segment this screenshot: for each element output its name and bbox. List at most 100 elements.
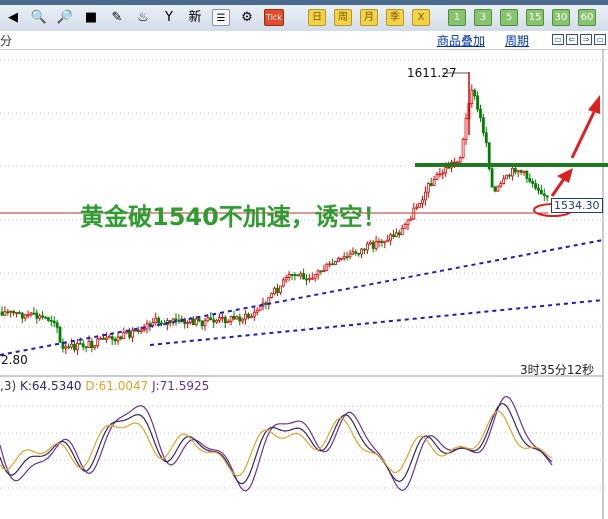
- candle-body: [438, 173, 442, 176]
- candle-body: [157, 317, 161, 324]
- candle-body: [78, 342, 82, 345]
- candle-body: [276, 287, 279, 293]
- candle-body: [464, 118, 468, 140]
- candle-body: [264, 302, 268, 305]
- candle-body: [3, 311, 7, 316]
- candle-body: [67, 346, 71, 349]
- candle-body: [389, 234, 393, 241]
- candle-body: [232, 315, 236, 320]
- candle-body: [342, 256, 346, 259]
- candle-body: [12, 310, 16, 314]
- candle-body: [44, 316, 47, 319]
- candle-body: [339, 257, 343, 260]
- candle-body: [331, 263, 335, 266]
- candle-body: [458, 157, 462, 163]
- candle-body: [377, 240, 381, 243]
- candle-body: [310, 277, 314, 280]
- candle-body: [168, 320, 172, 324]
- candle-body: [90, 340, 94, 348]
- candle-body: [412, 207, 416, 220]
- candle-body: [41, 315, 44, 318]
- candle-body: [116, 336, 120, 342]
- current-price-tag: 1534.30: [551, 198, 603, 213]
- candle-body: [212, 319, 216, 323]
- candle-body: [336, 257, 340, 262]
- analysis-annotation: 黄金破1540不加速，诱空！: [80, 203, 387, 231]
- candle-body: [55, 322, 59, 328]
- candle-body: [476, 95, 480, 110]
- candle-body: [316, 270, 320, 275]
- candle-body: [479, 108, 482, 119]
- candle-body: [102, 337, 105, 340]
- candle-body: [47, 317, 50, 321]
- candle-body: [249, 316, 253, 319]
- candle-body: [496, 185, 500, 192]
- candle-body: [26, 314, 30, 317]
- arrow-head-short: [557, 168, 573, 183]
- candle-body: [70, 343, 73, 348]
- candle-body: [238, 316, 242, 322]
- candle-body: [493, 186, 497, 192]
- candle-body: [113, 338, 117, 342]
- candle-body: [270, 293, 274, 298]
- candle-body: [505, 174, 509, 180]
- candle-body: [49, 320, 53, 322]
- candle-body: [328, 263, 332, 266]
- candle-body: [58, 326, 62, 343]
- candle-body: [455, 161, 459, 164]
- candle-body: [296, 274, 300, 277]
- candle-body: [15, 312, 18, 314]
- candle-body: [258, 305, 262, 311]
- candle-body: [345, 256, 349, 259]
- candle-body: [519, 170, 523, 173]
- candle-body: [20, 312, 24, 319]
- candle-body: [334, 261, 337, 265]
- candle-body: [470, 89, 474, 104]
- candle-body: [255, 309, 259, 313]
- candle-body: [186, 321, 190, 324]
- candle-body: [365, 243, 369, 251]
- candle-body: [99, 337, 102, 340]
- candle-body: [142, 328, 146, 331]
- candle-body: [444, 166, 448, 174]
- candle-body: [0, 311, 4, 316]
- candle-body: [397, 232, 401, 236]
- candle-body: [383, 240, 387, 244]
- candle-body: [415, 206, 419, 209]
- candle-body: [35, 312, 39, 319]
- candle-body: [516, 170, 520, 173]
- candle-body: [131, 330, 134, 338]
- candle-body: [38, 315, 42, 319]
- candle-body: [247, 313, 250, 319]
- chart-area[interactable]: [0, 0, 608, 519]
- candle-body: [287, 273, 291, 278]
- candle-body: [368, 241, 372, 245]
- candle-body: [64, 346, 68, 349]
- candle-body: [223, 316, 227, 324]
- candle-body: [215, 319, 219, 323]
- support-trendline: [0, 239, 604, 356]
- candle-body: [305, 278, 308, 281]
- candle-body: [481, 117, 485, 134]
- candle-body: [110, 336, 114, 340]
- candle-body: [499, 183, 503, 187]
- candle-body: [426, 183, 430, 193]
- candle-body: [299, 273, 303, 277]
- kdj-j-value: J:71.5925: [152, 379, 210, 393]
- candle-body: [241, 318, 245, 322]
- candle-body: [87, 340, 91, 348]
- candle-body: [154, 317, 158, 324]
- candle-body: [528, 178, 532, 182]
- candle-body: [374, 241, 378, 249]
- kdj-j-line: [0, 395, 553, 492]
- arrow-up-long: [570, 111, 596, 159]
- candle-body: [360, 248, 364, 255]
- candle-body: [354, 251, 358, 254]
- candle-body: [510, 168, 514, 177]
- candle-body: [23, 314, 27, 319]
- candle-body: [490, 168, 494, 188]
- candle-body: [406, 219, 410, 225]
- candle-body: [392, 234, 395, 237]
- candle-body: [29, 312, 33, 316]
- candle-body: [432, 179, 436, 186]
